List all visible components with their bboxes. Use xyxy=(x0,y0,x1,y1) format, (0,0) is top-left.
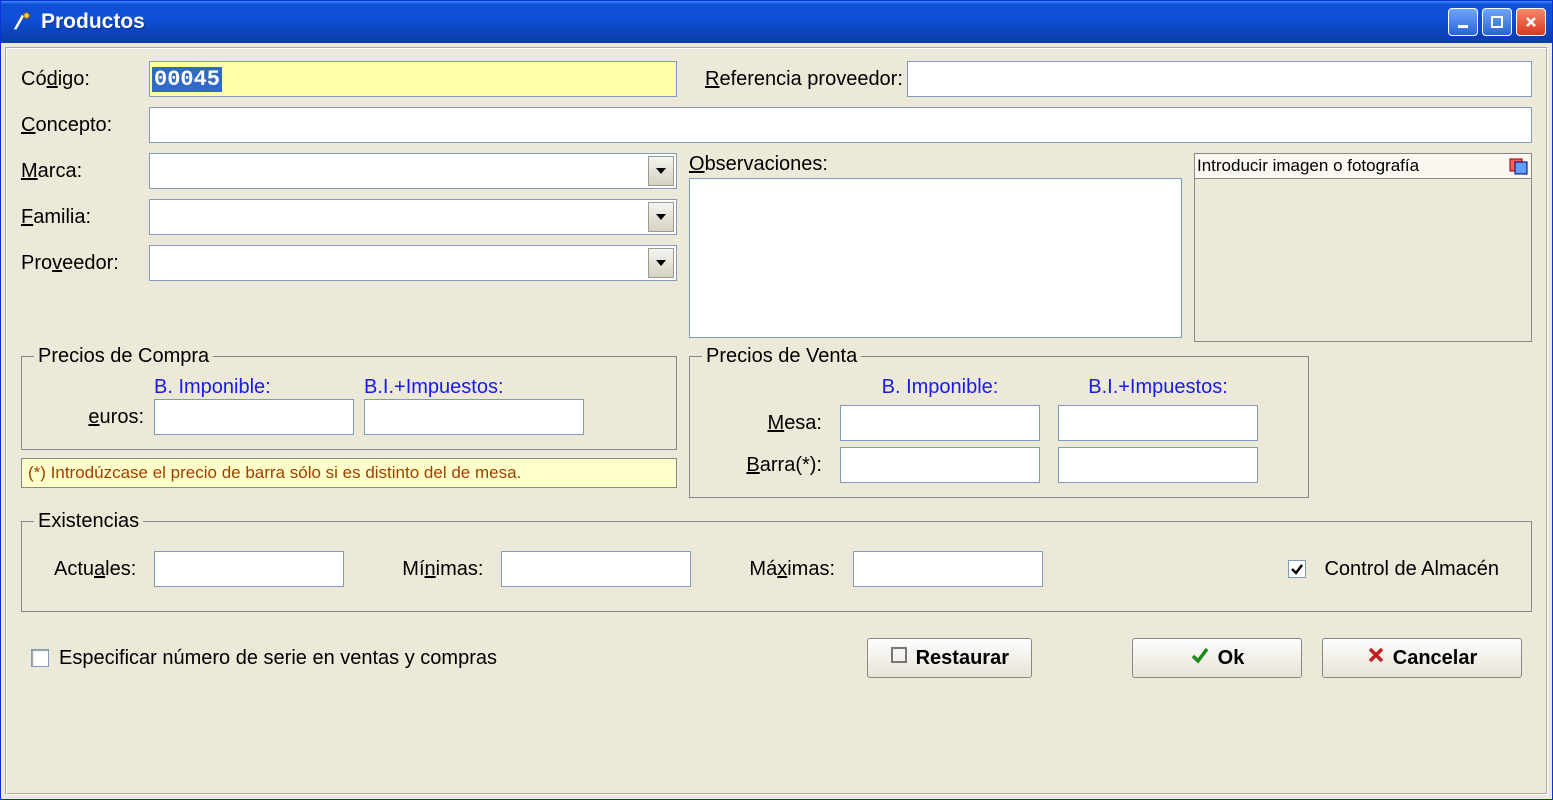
productos-window: Productos Código: 00045 Referencia prove… xyxy=(0,0,1553,800)
compra-bi-label: B. Imponible: xyxy=(154,376,354,399)
image-drop-area[interactable] xyxy=(1195,179,1531,341)
actuales-input[interactable] xyxy=(154,551,344,587)
maximas-input[interactable] xyxy=(853,551,1043,587)
imagen-header-text: Introducir imagen o fotografía xyxy=(1197,156,1419,176)
euros-label: euros: xyxy=(34,406,144,429)
familia-label: Familia: xyxy=(21,206,149,229)
titlebar: Productos xyxy=(1,1,1552,43)
especificar-serie-label: Especificar número de serie en ventas y … xyxy=(59,647,497,670)
concepto-input[interactable] xyxy=(149,107,1532,143)
restaurar-button[interactable]: Restaurar xyxy=(867,638,1032,678)
familia-dropdown-button[interactable] xyxy=(648,202,674,232)
close-button[interactable] xyxy=(1516,8,1546,36)
ok-label: Ok xyxy=(1218,647,1245,670)
existencias-legend: Existencias xyxy=(34,510,143,533)
barra-note: (*) Introdúzcase el precio de barra sólo… xyxy=(21,458,677,488)
observaciones-label: Observaciones: xyxy=(689,153,828,175)
familia-combo[interactable] xyxy=(149,199,677,235)
referencia-label: Referencia proveedor: xyxy=(705,68,903,91)
venta-bi-label: B. Imponible: xyxy=(840,376,1040,399)
minimize-button[interactable] xyxy=(1448,8,1478,36)
codigo-value: 00045 xyxy=(152,67,222,92)
window-title: Productos xyxy=(41,10,1448,34)
precios-venta-group: Precios de Venta B. Imponible: B.I.+Impu… xyxy=(689,345,1309,498)
marca-combo[interactable] xyxy=(149,153,677,189)
existencias-group: Existencias Actuales: Mínimas: Máximas: … xyxy=(21,510,1532,612)
app-icon xyxy=(11,11,33,33)
venta-barra-bii-input[interactable] xyxy=(1058,447,1258,483)
concepto-label: Concepto: xyxy=(21,114,149,137)
codigo-input[interactable]: 00045 xyxy=(149,61,677,97)
restore-icon xyxy=(890,646,908,670)
venta-barra-bi-input[interactable] xyxy=(840,447,1040,483)
proveedor-combo[interactable] xyxy=(149,245,677,281)
venta-bii-label: B.I.+Impuestos: xyxy=(1058,376,1258,399)
image-icon[interactable] xyxy=(1509,156,1529,176)
mesa-label: Mesa: xyxy=(702,412,822,435)
control-almacen-label: Control de Almacén xyxy=(1324,558,1499,581)
client-area: Código: 00045 Referencia proveedor: Conc… xyxy=(5,47,1548,795)
proveedor-dropdown-button[interactable] xyxy=(648,248,674,278)
compra-bi-input[interactable] xyxy=(154,399,354,435)
venta-mesa-bii-input[interactable] xyxy=(1058,405,1258,441)
barra-label: Barra(*): xyxy=(702,454,822,477)
venta-mesa-bi-input[interactable] xyxy=(840,405,1040,441)
marca-dropdown-button[interactable] xyxy=(648,156,674,186)
compra-bii-label: B.I.+Impuestos: xyxy=(364,376,584,399)
actuales-label: Actuales: xyxy=(54,558,136,581)
ok-button[interactable]: Ok xyxy=(1132,638,1302,678)
precios-compra-legend: Precios de Compra xyxy=(34,345,213,368)
minimas-label: Mínimas: xyxy=(402,558,483,581)
especificar-serie-checkbox[interactable] xyxy=(31,649,49,667)
control-almacen-checkbox[interactable] xyxy=(1288,560,1306,578)
codigo-label: Código: xyxy=(21,68,149,91)
observaciones-textarea[interactable] xyxy=(689,178,1182,338)
x-icon xyxy=(1367,646,1385,670)
cancelar-label: Cancelar xyxy=(1393,647,1478,670)
referencia-input[interactable] xyxy=(907,61,1532,97)
marca-label: Marca: xyxy=(21,160,149,183)
maximize-button[interactable] xyxy=(1482,8,1512,36)
cancelar-button[interactable]: Cancelar xyxy=(1322,638,1522,678)
compra-bii-input[interactable] xyxy=(364,399,584,435)
restaurar-label: Restaurar xyxy=(916,647,1009,670)
precios-compra-group: Precios de Compra euros: B. Imponible: B… xyxy=(21,345,677,450)
maximas-label: Máximas: xyxy=(749,558,835,581)
proveedor-label: Proveedor: xyxy=(21,252,149,275)
check-icon xyxy=(1190,645,1210,671)
minimas-input[interactable] xyxy=(501,551,691,587)
precios-venta-legend: Precios de Venta xyxy=(702,345,861,368)
